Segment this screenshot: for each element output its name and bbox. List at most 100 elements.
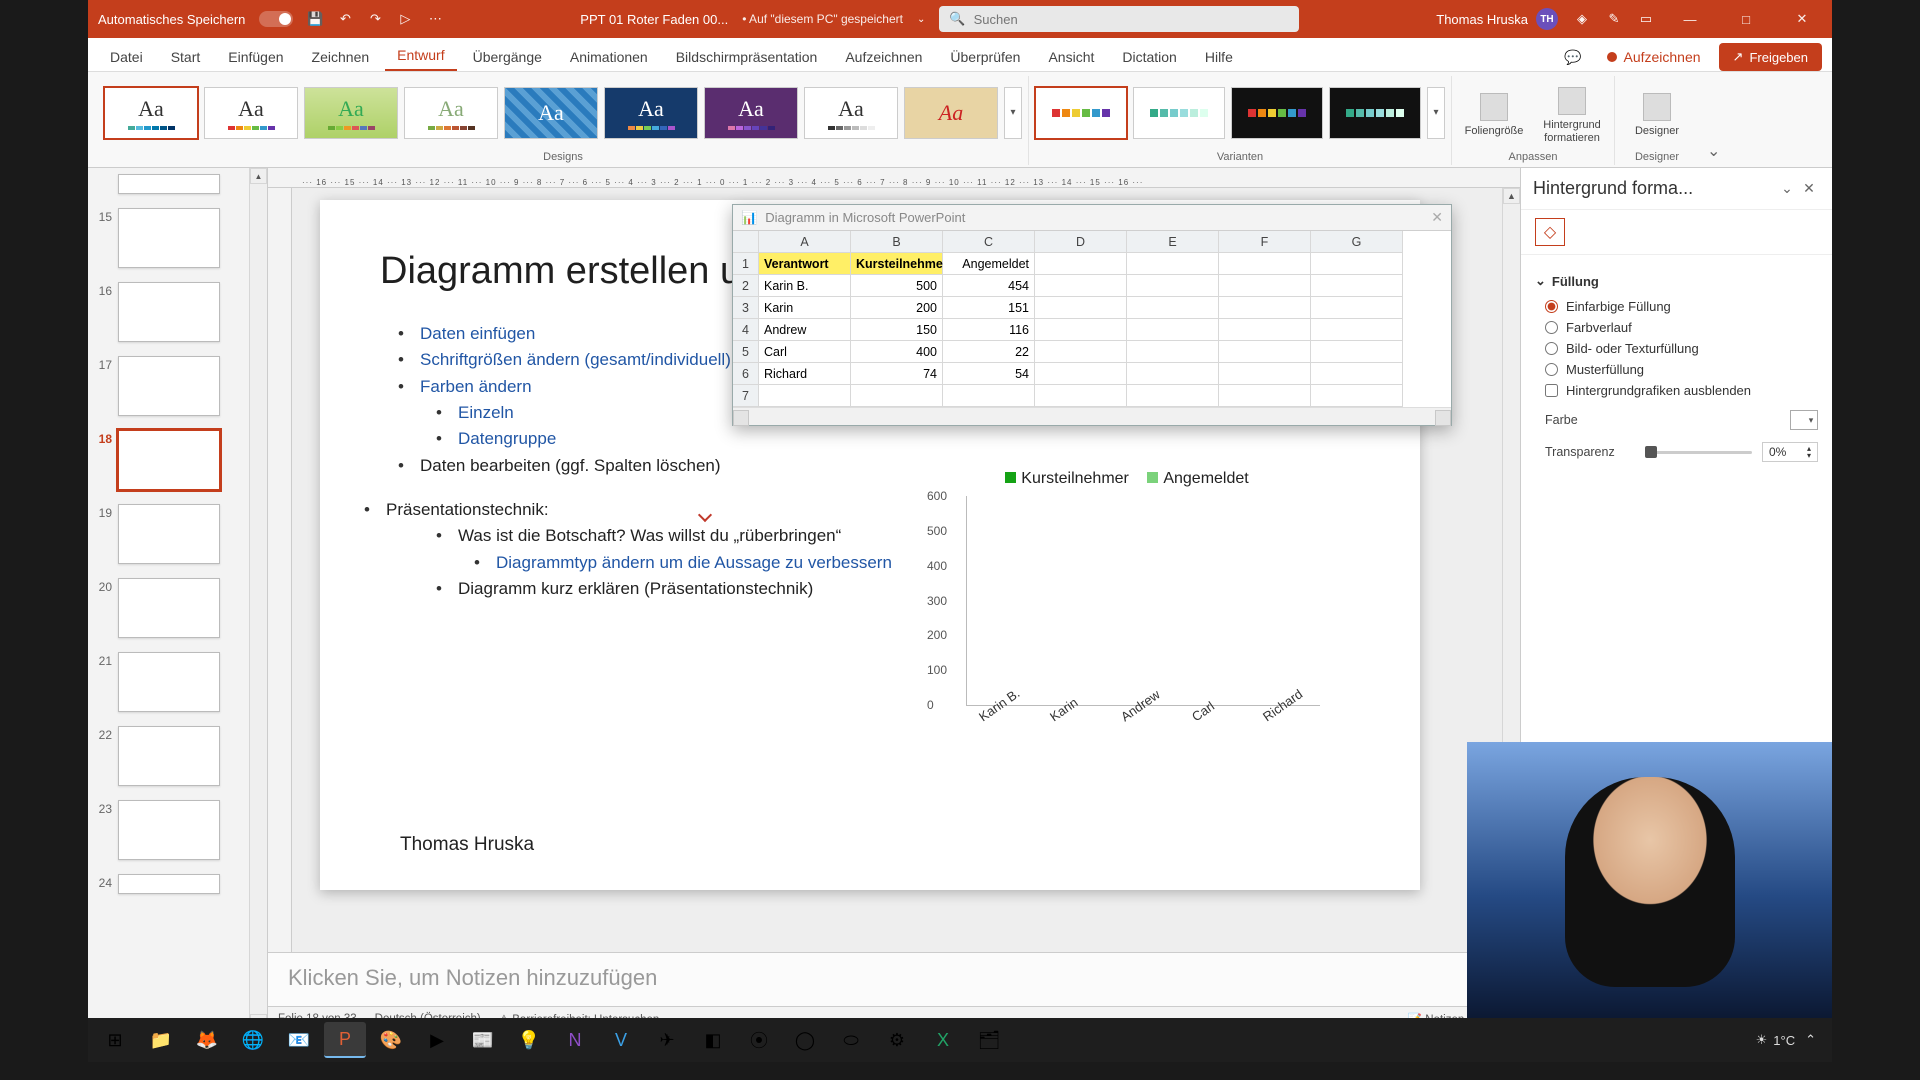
col-header[interactable]: D [1035, 231, 1127, 253]
col-header[interactable]: A [759, 231, 851, 253]
cell[interactable]: 54 [943, 363, 1035, 385]
slide-stage[interactable]: Diagramm erstellen und formati Daten ein… [292, 188, 1520, 952]
taskbar-app9-icon[interactable]: 🗂 [968, 1022, 1010, 1058]
format-pane-close-icon[interactable]: ✕ [1798, 180, 1820, 197]
thumb-scrollbar[interactable]: ▲ ▼ [249, 168, 267, 1030]
cell[interactable] [1311, 385, 1403, 407]
fill-tab-icon[interactable]: ◇ [1535, 218, 1565, 246]
fill-pattern-option[interactable]: Musterfüllung [1545, 362, 1818, 377]
cell[interactable]: Karin [759, 297, 851, 319]
tab-aufzeichnen[interactable]: Aufzeichnen [833, 43, 934, 71]
thumbnail-slide[interactable]: 20 [92, 578, 261, 638]
taskbar-app7-icon[interactable]: ◯ [784, 1022, 826, 1058]
tab-ueberpruefen[interactable]: Überprüfen [938, 43, 1032, 71]
search-input[interactable] [974, 12, 1290, 27]
cell[interactable] [1219, 363, 1311, 385]
thumbnail-slide[interactable]: 15 [92, 208, 261, 268]
thumbnail-slide[interactable] [92, 174, 261, 194]
bullet-text[interactable]: Was ist die Botschaft? Was willst du „rü… [458, 526, 841, 545]
autosave-toggle[interactable] [259, 11, 293, 27]
bullet-text[interactable]: Daten bearbeiten (ggf. Spalten löschen) [420, 456, 721, 475]
redo-icon[interactable]: ↷ [367, 11, 383, 27]
slide-footer[interactable]: Thomas Hruska [400, 834, 534, 856]
variant-3[interactable] [1231, 87, 1323, 139]
cell[interactable] [1035, 319, 1127, 341]
cell[interactable]: 116 [943, 319, 1035, 341]
taskbar-firefox-icon[interactable]: 🦊 [186, 1022, 228, 1058]
bullet-text[interactable]: Schriftgrößen ändern (gesamt/individuell… [420, 350, 731, 369]
tab-animationen[interactable]: Animationen [558, 43, 660, 71]
taskbar-outlook-icon[interactable]: 📧 [278, 1022, 320, 1058]
thumbnail-slide[interactable]: 16 [92, 282, 261, 342]
cell[interactable]: 74 [851, 363, 943, 385]
thumbnail-slide[interactable]: 18 [92, 430, 261, 490]
bullet-text[interactable]: Diagrammtyp ändern um die Aussage zu ver… [496, 553, 892, 572]
cell[interactable]: 1 [733, 253, 759, 275]
cell[interactable] [1127, 319, 1219, 341]
maximize-button[interactable]: □ [1726, 0, 1766, 38]
col-header[interactable]: E [1127, 231, 1219, 253]
bullet-text[interactable]: Diagramm kurz erklären (Präsentationstec… [458, 579, 813, 598]
taskbar-excel-icon[interactable]: X [922, 1022, 964, 1058]
cell[interactable] [1127, 363, 1219, 385]
datasheet-hscroll[interactable] [733, 407, 1451, 425]
taskbar-powerpoint-icon[interactable]: P [324, 1022, 366, 1058]
cell[interactable]: Angemeldet [943, 253, 1035, 275]
collapse-ribbon-icon[interactable]: ⌄ [1699, 137, 1728, 165]
tab-uebergaenge[interactable]: Übergänge [461, 43, 554, 71]
tab-dictation[interactable]: Dictation [1110, 43, 1188, 71]
cell[interactable] [943, 385, 1035, 407]
bullet-text[interactable]: Datengruppe [458, 429, 556, 448]
taskbar-weather[interactable]: ☀1°C [1756, 1032, 1795, 1048]
format-pane-options-icon[interactable]: ⌄ [1776, 180, 1798, 197]
cell[interactable] [1035, 341, 1127, 363]
cell[interactable] [1219, 275, 1311, 297]
undo-icon[interactable]: ↶ [337, 11, 353, 27]
thumbnail-slide[interactable]: 21 [92, 652, 261, 712]
cell[interactable] [1219, 319, 1311, 341]
user-chip[interactable]: Thomas Hruska TH [1436, 8, 1558, 30]
stage-scroll-up-icon[interactable]: ▲ [1503, 188, 1520, 204]
save-location[interactable]: • Auf "diesem PC" gespeichert [742, 12, 903, 26]
tab-hilfe[interactable]: Hilfe [1193, 43, 1245, 71]
cell[interactable]: 454 [943, 275, 1035, 297]
theme-5[interactable]: Aa [504, 87, 598, 139]
cell[interactable]: 200 [851, 297, 943, 319]
taskbar-app4-icon[interactable]: V [600, 1022, 642, 1058]
col-header[interactable] [733, 231, 759, 253]
tab-datei[interactable]: Datei [98, 43, 155, 71]
cell[interactable] [1035, 297, 1127, 319]
tab-start[interactable]: Start [159, 43, 213, 71]
slide-size-button[interactable]: Foliengröße [1458, 87, 1530, 137]
cell[interactable]: Kursteilnehme [851, 253, 943, 275]
start-button[interactable]: ⊞ [94, 1022, 136, 1058]
tray-chevron-icon[interactable]: ⌃ [1805, 1032, 1816, 1048]
thumbnail-slide[interactable]: 19 [92, 504, 261, 564]
cell[interactable] [1311, 363, 1403, 385]
datasheet-close-icon[interactable]: ✕ [1431, 209, 1443, 226]
hide-bg-graphics-option[interactable]: Hintergrundgrafiken ausblenden [1545, 383, 1818, 398]
taskbar-telegram-icon[interactable]: ✈ [646, 1022, 688, 1058]
cell[interactable]: Richard [759, 363, 851, 385]
variant-1[interactable] [1035, 87, 1127, 139]
share-button[interactable]: ↗ Freigeben [1719, 43, 1822, 71]
tab-einfuegen[interactable]: Einfügen [216, 43, 295, 71]
cell[interactable] [1127, 341, 1219, 363]
col-header[interactable]: G [1311, 231, 1403, 253]
cell[interactable] [1311, 253, 1403, 275]
fill-section-header[interactable]: ⌄Füllung [1535, 273, 1818, 289]
record-button[interactable]: Aufzeichnen [1597, 45, 1710, 69]
fill-picture-option[interactable]: Bild- oder Texturfüllung [1545, 341, 1818, 356]
cell[interactable] [1035, 385, 1127, 407]
variant-2[interactable] [1133, 87, 1225, 139]
diamond-icon[interactable]: ◈ [1574, 11, 1590, 27]
thumbnail-slide[interactable]: 22 [92, 726, 261, 786]
cell[interactable] [1127, 253, 1219, 275]
taskbar-app-icon[interactable]: 🎨 [370, 1022, 412, 1058]
transparency-slider[interactable] [1645, 451, 1752, 454]
cell[interactable]: Carl [759, 341, 851, 363]
cell[interactable] [1127, 275, 1219, 297]
cell[interactable]: 3 [733, 297, 759, 319]
tab-zeichnen[interactable]: Zeichnen [300, 43, 382, 71]
theme-7[interactable]: Aa [704, 87, 798, 139]
